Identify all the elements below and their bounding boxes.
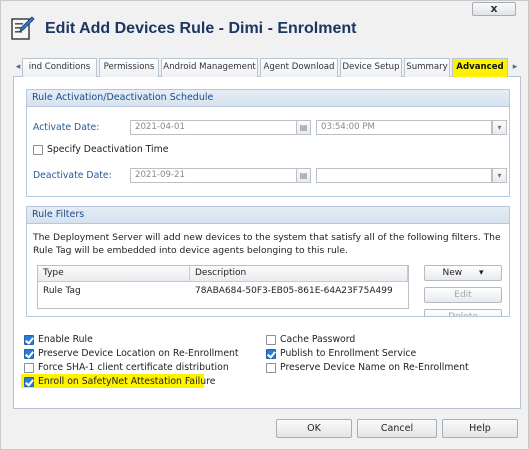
tab-permissions[interactable]: Permissions	[99, 58, 159, 77]
new-filter-label: New	[442, 268, 463, 278]
activate-time-input[interactable]: 03:54:00 PM	[316, 120, 492, 135]
publish-enrollment-checkbox[interactable]	[266, 349, 276, 359]
cancel-button[interactable]: Cancel	[357, 419, 437, 438]
deactivate-date-input[interactable]: 2021-09-21	[130, 168, 298, 183]
preserve-location-label: Preserve Device Location on Re-Enrollmen…	[38, 348, 239, 359]
tab-advanced[interactable]: Advanced	[452, 58, 508, 77]
activate-date-label: Activate Date:	[33, 122, 100, 133]
schedule-group: Rule Activation/Deactivation Schedule Ac…	[26, 89, 510, 197]
column-description[interactable]: Description	[190, 266, 408, 282]
specify-deactivation-label: Specify Deactivation Time	[47, 144, 169, 155]
publish-enrollment-label: Publish to Enrollment Service	[280, 348, 417, 359]
advanced-panel: Rule Activation/Deactivation Schedule Ac…	[13, 77, 521, 409]
enable-rule-checkbox[interactable]	[24, 335, 34, 345]
row-type: Rule Tag	[43, 286, 81, 296]
tab-android-management[interactable]: Android Management	[161, 58, 258, 77]
rule-filters-description: The Deployment Server will add new devic…	[33, 232, 501, 256]
enroll-safetynet-label: Enroll on SafetyNet Attestation Failure	[38, 376, 216, 387]
delete-filter-button[interactable]: Delete	[424, 309, 502, 316]
chevron-down-icon[interactable]: ▾	[492, 168, 507, 183]
deactivate-time-input[interactable]	[316, 168, 492, 183]
calendar-icon[interactable]: ▤	[296, 120, 311, 135]
preserve-name-label: Preserve Device Name on Re-Enrollment	[280, 362, 469, 373]
calendar-icon[interactable]: ▤	[296, 168, 311, 183]
deactivate-date-label: Deactivate Date:	[33, 170, 112, 181]
schedule-header: Rule Activation/Deactivation Schedule	[27, 90, 509, 107]
tab-agent-download[interactable]: Agent Download	[260, 58, 338, 77]
filters-table-header: Type Description	[38, 266, 408, 282]
enable-rule-label: Enable Rule	[38, 334, 93, 345]
dialog-title: Edit Add Devices Rule - Dimi - Enrolment	[45, 20, 357, 37]
cache-password-checkbox[interactable]	[266, 335, 276, 345]
cache-password-label: Cache Password	[280, 334, 356, 345]
edit-rule-dialog: x Edit Add Devices Rule - Dimi - Enrolme…	[0, 0, 529, 450]
activate-date-input[interactable]: 2021-04-01	[130, 120, 298, 135]
edit-document-icon	[11, 16, 35, 40]
filters-table: Type Description Rule Tag 78ABA684-50F3-…	[37, 265, 409, 309]
specify-deactivation-checkbox[interactable]	[33, 145, 43, 155]
new-filter-button[interactable]: New ▾	[424, 265, 502, 281]
tab-conditions[interactable]: ind Conditions	[22, 58, 97, 77]
tab-summary[interactable]: Summary	[404, 58, 450, 77]
enroll-safetynet-checkbox[interactable]	[24, 377, 34, 387]
title-bar: x Edit Add Devices Rule - Dimi - Enrolme…	[1, 1, 528, 41]
preserve-location-checkbox[interactable]	[24, 349, 34, 359]
tab-device-setup[interactable]: Device Setup	[340, 58, 402, 77]
chevron-down-icon: ▾	[478, 268, 484, 278]
column-type[interactable]: Type	[38, 266, 190, 282]
tab-strip: ◂ ind Conditions Permissions Android Man…	[13, 58, 521, 77]
rule-filters-header: Rule Filters	[27, 207, 509, 224]
edit-filter-button[interactable]: Edit	[424, 287, 502, 303]
preserve-name-checkbox[interactable]	[266, 363, 276, 373]
force-sha1-label: Force SHA-1 client certificate distribut…	[38, 362, 229, 373]
help-button[interactable]: Help	[442, 419, 518, 438]
tab-scroll-right-icon[interactable]: ▸	[510, 60, 520, 76]
close-button[interactable]: x	[472, 2, 516, 16]
chevron-down-icon[interactable]: ▾	[492, 120, 507, 135]
ok-button[interactable]: OK	[276, 419, 352, 438]
row-description: 78ABA684-50F3-EB05-861E-64A23F75A499	[195, 286, 393, 296]
force-sha1-checkbox[interactable]	[24, 363, 34, 373]
rule-filters-group: Rule Filters The Deployment Server will …	[26, 206, 510, 317]
